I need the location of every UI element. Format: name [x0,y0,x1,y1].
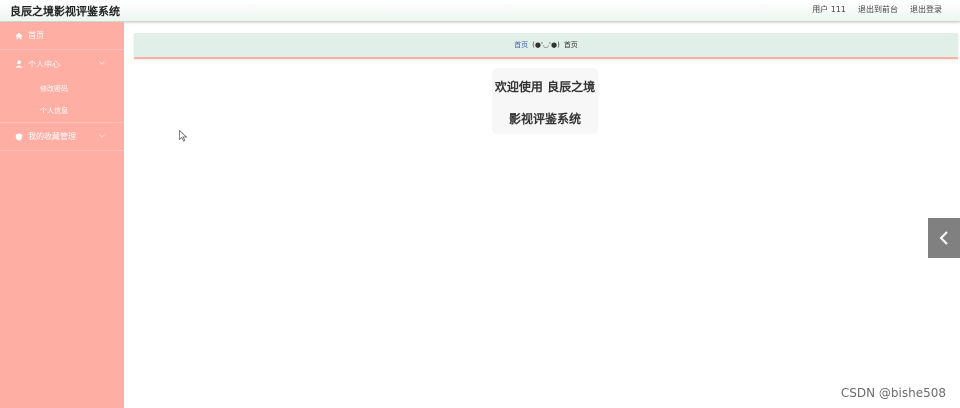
welcome-line-1: 欢迎使用 良辰之境 [494,80,596,94]
sidebar-item-label: 个人中心 [28,59,60,69]
user-label: 用户 111 [812,5,846,14]
chevron-down-icon [99,134,105,138]
logout-link[interactable]: 退出登录 [910,4,942,15]
sidebar-item-personal-center[interactable]: 个人中心 [0,50,124,78]
chevron-down-icon [99,61,105,65]
watermark: CSDN @bishe508 [840,386,946,400]
sidebar-subitem-personal-info[interactable]: 个人信息 [0,100,124,122]
breadcrumb: 首页 (●'◡'●) 首页 [134,33,958,59]
app-title: 良辰之境影视评鉴系统 [10,5,120,18]
shield-icon [14,132,24,142]
sidebar-item-my-favorites[interactable]: 我的收藏管理 [0,123,124,151]
welcome-card: 欢迎使用 良辰之境 影视评鉴系统 [492,68,598,134]
user-icon [14,59,24,69]
sidebar: 首页 个人中心 修改密码 个人信息 我的收藏管理 [0,22,124,408]
sidebar-item-label: 首页 [28,31,44,40]
sidebar-item-home[interactable]: 首页 [0,22,124,50]
header-links: 用户 111 退出到前台 退出登录 [812,4,942,15]
side-panel-toggle-button[interactable] [928,218,960,258]
back-to-front-link[interactable]: 退出到前台 [858,4,898,15]
sidebar-group-personal-center: 个人中心 修改密码 个人信息 [0,50,124,123]
top-header: 良辰之境影视评鉴系统 用户 111 退出到前台 退出登录 [0,0,960,22]
breadcrumb-separator: (●'◡'●) [532,41,560,49]
welcome-line-2: 影视评鉴系统 [508,112,581,126]
breadcrumb-home-link[interactable]: 首页 [514,40,528,50]
home-icon [14,31,24,41]
mouse-cursor-icon [179,130,188,142]
chevron-left-icon [939,231,948,245]
sidebar-subitem-change-password[interactable]: 修改密码 [0,78,124,100]
sidebar-item-label: 我的收藏管理 [28,132,76,141]
breadcrumb-current: 首页 [563,41,578,49]
